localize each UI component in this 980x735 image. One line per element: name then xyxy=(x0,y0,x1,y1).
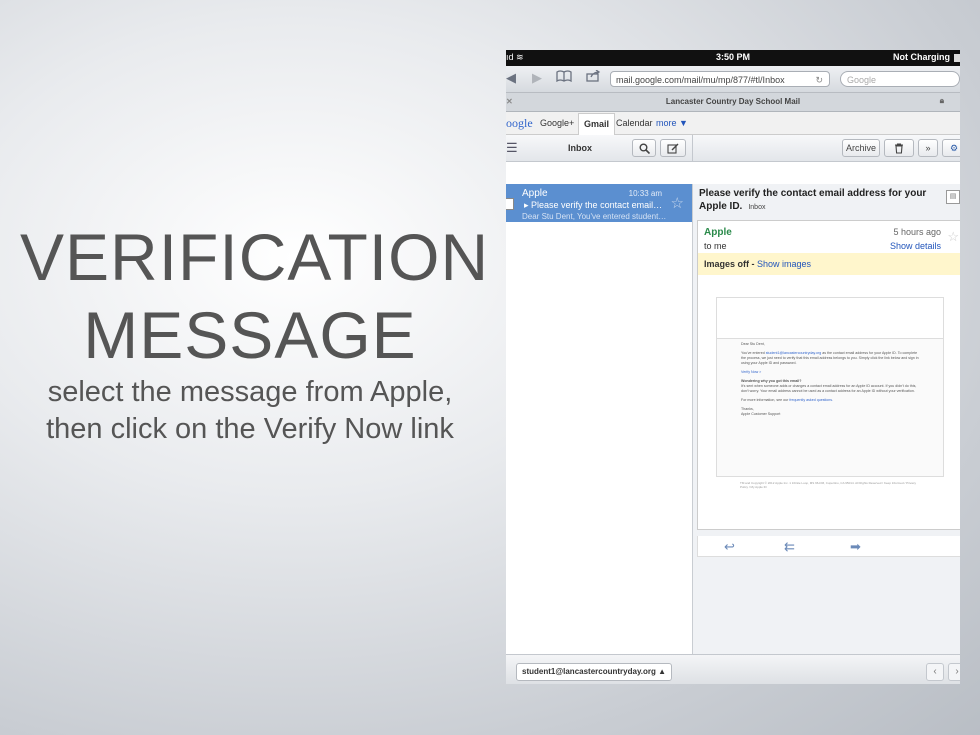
email-paragraph-2: It's sent when someone adds or changes a… xyxy=(741,384,917,393)
google-plus-link[interactable]: Google+ xyxy=(540,118,574,128)
message-age: 5 hours ago xyxy=(893,227,941,237)
sender-name[interactable]: Apple xyxy=(704,227,732,238)
slide-subtitle-line1: select the message from Apple, xyxy=(47,376,453,408)
gear-icon: ⚙ xyxy=(949,143,959,153)
clock: 3:50 PM xyxy=(715,52,750,62)
trash-icon xyxy=(895,143,903,154)
url-field[interactable]: mail.google.com/mail/mu/mp/877/#tl/Inbox… xyxy=(610,71,830,87)
tab-title[interactable]: Lancaster Country Day School Mail xyxy=(506,97,960,106)
forward-arrow-icon[interactable]: ▶ xyxy=(532,70,542,86)
tab-bar: ✕ Lancaster Country Day School Mail 🔒︎ xyxy=(506,93,960,112)
reply-all-icon[interactable]: ⇇ xyxy=(784,539,795,555)
inbox-tag[interactable]: Inbox xyxy=(748,204,765,211)
search-button[interactable] xyxy=(632,139,656,157)
email-paragraph-3: For more information, see our frequently… xyxy=(741,398,834,402)
star-icon[interactable]: ☆ xyxy=(947,229,959,245)
reply-icon[interactable]: ↩ xyxy=(724,539,735,555)
browser-search-field[interactable]: Google xyxy=(840,71,960,87)
battery-icon xyxy=(954,54,960,62)
double-chevron-icon: » xyxy=(925,143,931,153)
message-checkbox[interactable] xyxy=(506,198,514,210)
search-icon xyxy=(639,143,650,155)
faq-link[interactable]: frequently asked questions. xyxy=(789,398,833,402)
email-paragraph-1: You've entered student1@lancastercountry… xyxy=(741,351,919,365)
settings-button[interactable]: ⚙ xyxy=(942,139,960,157)
slide-subtitle-line2: then click on the Verify Now link xyxy=(46,413,454,445)
message-actions: ↩ ⇇ ➡ xyxy=(697,536,960,557)
book-icon[interactable] xyxy=(556,70,572,85)
verify-now-link[interactable]: Verify Now > xyxy=(741,370,919,375)
message-time: 10:33 am xyxy=(628,189,662,198)
message-snippet: Dear Stu Dent, You've entered student1@l… xyxy=(522,212,667,221)
google-bar: oogle Google+ Gmail Calendar more ▼ xyxy=(506,112,960,135)
slide-subtitle: select the message from Apple, then clic… xyxy=(20,374,480,448)
gmail-tab[interactable]: Gmail xyxy=(578,113,616,135)
email-content: Dear Stu Dent, You've entered student1@l… xyxy=(716,339,944,477)
back-arrow-icon[interactable]: ◀ xyxy=(506,70,516,86)
next-message-button[interactable]: › xyxy=(948,663,960,681)
archive-button[interactable]: Archive xyxy=(842,139,880,157)
caret-up-icon: ▲ xyxy=(658,667,667,676)
message-list: Apple 10:33 am ▸ Please verify the conta… xyxy=(506,184,693,654)
menu-icon[interactable]: ☰ xyxy=(506,140,518,156)
pane-divider xyxy=(692,135,693,161)
delete-button[interactable] xyxy=(884,139,914,157)
more-link[interactable]: more ▼ xyxy=(656,118,688,128)
chevron-right-icon: › xyxy=(955,666,959,677)
message-card: Apple 5 hours ago ☆ to me Show details I… xyxy=(697,220,960,530)
compose-button[interactable] xyxy=(660,139,686,157)
slide-title-line1: VERIFICATION xyxy=(20,220,490,294)
print-icon[interactable]: ▤ xyxy=(946,190,960,204)
forward-icon[interactable]: ➡ xyxy=(850,539,861,555)
show-images-link[interactable]: Show images xyxy=(757,259,811,269)
email-header-image xyxy=(716,297,944,339)
prev-message-button[interactable]: ‹ xyxy=(926,663,944,681)
email-greeting: Dear Stu Dent, xyxy=(741,342,765,346)
show-details-link[interactable]: Show details xyxy=(890,241,941,251)
slide-title: VERIFICATION MESSAGE xyxy=(20,218,490,374)
slide-title-line2: MESSAGE xyxy=(83,298,417,372)
more-actions-button[interactable]: » xyxy=(918,139,938,157)
email-footer: TM and Copyright © 2012 Apple Inc. 1 Inf… xyxy=(740,481,916,489)
compose-icon xyxy=(667,143,679,154)
chevron-left-icon: ‹ xyxy=(933,666,937,677)
message-row-apple[interactable]: Apple 10:33 am ▸ Please verify the conta… xyxy=(506,184,692,222)
share-icon[interactable] xyxy=(586,69,601,85)
inbox-label: Inbox xyxy=(568,143,592,153)
images-off-banner: Images off - Show images xyxy=(698,253,960,275)
recipient-line: to me xyxy=(704,241,727,251)
reading-pane: Please verify the contact email address … xyxy=(693,184,960,654)
star-icon[interactable]: ☆ xyxy=(671,194,684,212)
open-message-subject: Please verify the contact email address … xyxy=(699,188,927,212)
browser-toolbar: ◀ ▶ mail.google.com/mail/mu/mp/877/#tl/I… xyxy=(506,66,960,93)
gmail-toolbar: ☰ Inbox Archive » ⚙ xyxy=(506,135,960,162)
message-from: Apple xyxy=(522,188,548,199)
battery-status: Not Charging xyxy=(893,52,950,62)
reload-icon[interactable]: ↻ xyxy=(815,72,823,88)
email-team: Apple Customer Support xyxy=(741,412,781,416)
email-body: Dear Stu Dent, You've entered student1@l… xyxy=(716,297,944,489)
account-switcher[interactable]: student1@lancastercountryday.org ▲ xyxy=(516,663,673,681)
ipad-screenshot: ıd ≋ 3:50 PM Not Charging ◀ ▶ mail.googl… xyxy=(506,50,960,684)
google-logo[interactable]: oogle xyxy=(506,116,533,131)
bottom-bar: student1@lancastercountryday.org ▲ ‹ › xyxy=(506,654,960,684)
status-bar: ıd ≋ 3:50 PM Not Charging xyxy=(506,50,960,66)
lock-icon: 🔒︎ xyxy=(939,96,944,105)
message-subject: ▸ Please verify the contact email addres… xyxy=(524,200,664,210)
calendar-link[interactable]: Calendar xyxy=(616,118,653,128)
